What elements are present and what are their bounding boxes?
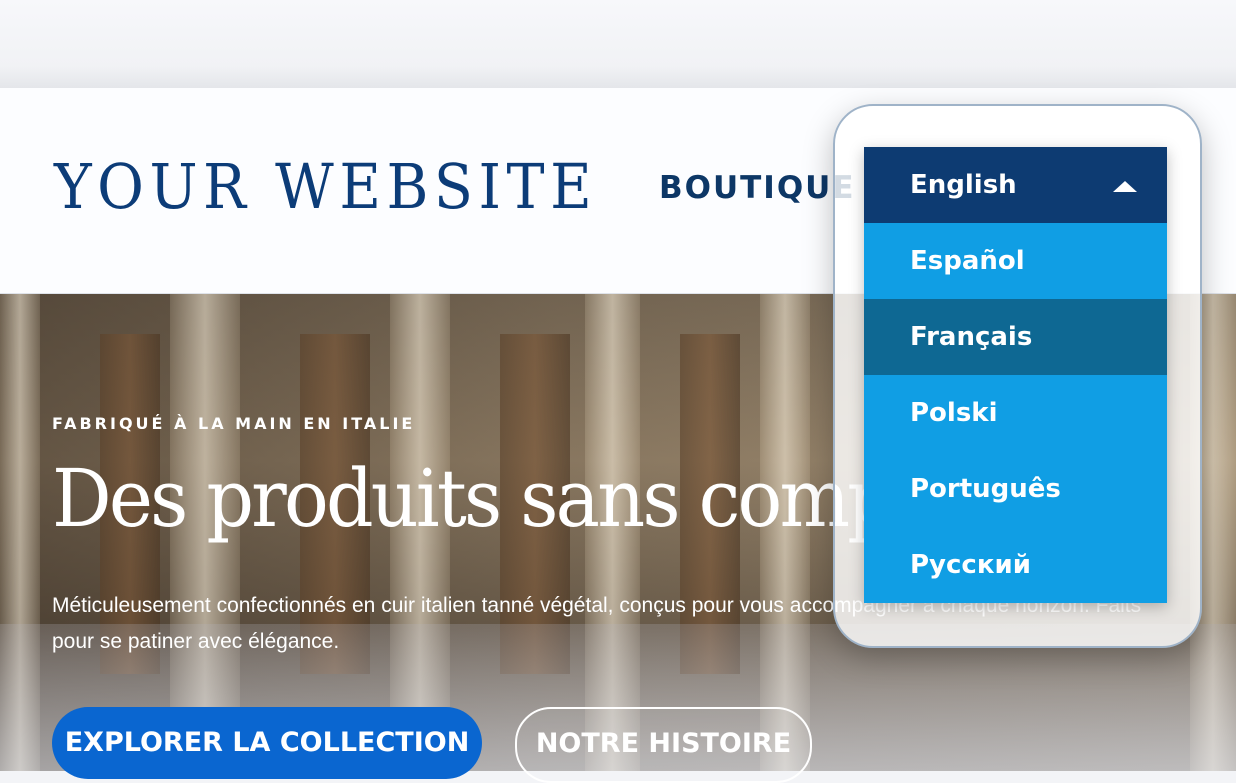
language-option-label: Español bbox=[910, 246, 1025, 276]
language-option-label: Polski bbox=[910, 398, 998, 428]
language-option-russian[interactable]: Русский bbox=[864, 527, 1167, 603]
language-option-label: English bbox=[910, 170, 1017, 200]
site-logo[interactable]: YOUR WEBSITE bbox=[54, 150, 597, 223]
language-option-portugues[interactable]: Português bbox=[864, 451, 1167, 527]
nav-link-boutique[interactable]: BOUTIQUE bbox=[659, 170, 856, 206]
caret-up-icon[interactable] bbox=[1113, 181, 1137, 192]
browser-top-area bbox=[0, 0, 1236, 88]
explore-collection-button[interactable]: EXPLORER LA COLLECTION bbox=[52, 707, 482, 779]
language-option-francais[interactable]: Français bbox=[864, 299, 1167, 375]
language-option-polski[interactable]: Polski bbox=[864, 375, 1167, 451]
hero-kicker: FABRIQUÉ À LA MAIN EN ITALIE bbox=[52, 414, 416, 433]
language-dropdown[interactable]: English Español Français Polski Portuguê… bbox=[864, 147, 1167, 603]
language-option-selected[interactable]: English bbox=[864, 147, 1167, 223]
language-option-label: Português bbox=[910, 474, 1061, 504]
language-option-label: Français bbox=[910, 322, 1033, 352]
language-option-label: Русский bbox=[910, 550, 1031, 580]
our-story-button[interactable]: NOTRE HISTOIRE bbox=[515, 707, 812, 783]
language-option-espanol[interactable]: Español bbox=[864, 223, 1167, 299]
